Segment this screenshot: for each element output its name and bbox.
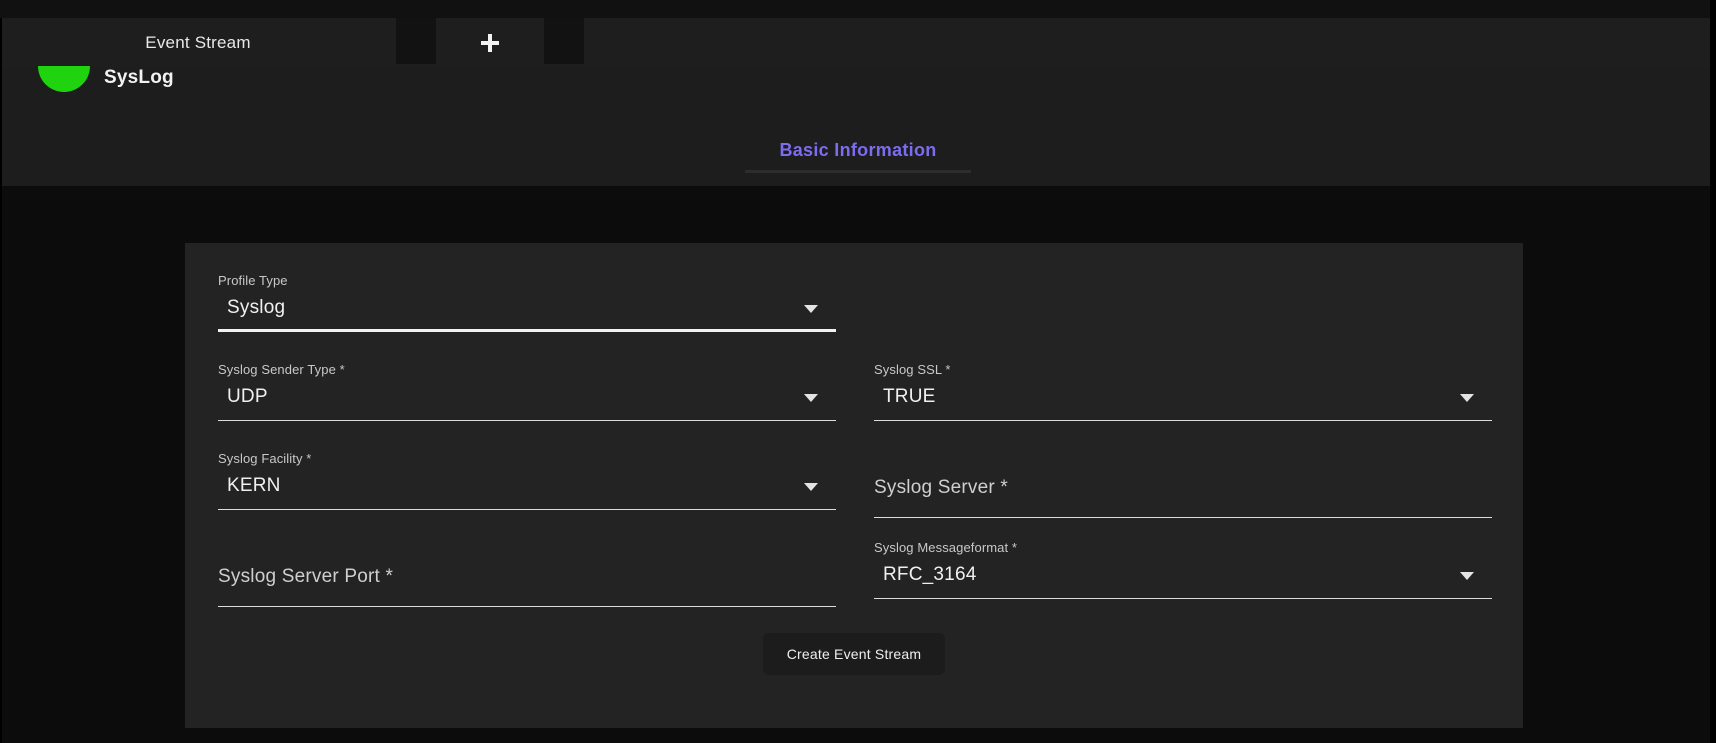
field-syslog-ssl[interactable]: Syslog SSL * TRUE [874,362,1492,443]
field-syslog-facility-label: Syslog Facility * [218,451,312,466]
section-tabs: Basic Information [0,138,1716,173]
form-col-right: Syslog SSL * TRUE [874,362,1492,443]
form-col-left: Syslog Server Port * [218,540,836,621]
field-syslog-ssl-label: Syslog SSL * [874,362,951,377]
field-underline [218,509,836,510]
form-col-right: Syslog Server * [874,451,1492,532]
field-syslog-server-placeholder: Syslog Server * [874,477,1008,498]
field-syslog-sender-type-label: Syslog Sender Type * [218,362,345,377]
field-syslog-server-port[interactable]: Syslog Server Port * [218,540,836,621]
form-row: Syslog Sender Type * UDP Syslog SSL * TR… [218,362,1493,443]
add-tab-button[interactable] [436,18,544,68]
field-syslog-facility[interactable]: Syslog Facility * KERN [218,451,836,532]
field-profile-type-label: Profile Type [218,273,288,288]
app-root: Event Stream SysLog Basic Information Pr… [0,0,1716,743]
field-profile-type-value: Syslog [227,297,286,318]
window-frame-left [0,18,2,743]
chevron-down-icon[interactable] [804,483,818,491]
stream-header: SysLog Basic Information [0,66,1716,186]
form-actions: Create Event Stream [185,633,1523,675]
field-syslog-server[interactable]: Syslog Server * [874,451,1492,532]
chevron-down-icon[interactable] [804,394,818,402]
form-col-left: Syslog Facility * KERN [218,451,836,532]
window-frame-right [1710,0,1716,743]
field-underline [218,329,836,332]
title-bar-strip [0,0,1716,18]
field-syslog-server-port-placeholder: Syslog Server Port * [218,566,394,587]
tab-gap-left [396,18,436,64]
field-profile-type[interactable]: Profile Type Syslog [218,273,836,354]
form-row: Profile Type Syslog [218,273,1493,354]
stream-identity: SysLog [38,66,174,92]
chevron-down-icon[interactable] [1460,572,1474,580]
plus-icon [480,33,500,53]
chevron-down-icon[interactable] [1460,394,1474,402]
form-grid: Profile Type Syslog Syslog Sender Type * [218,273,1493,629]
field-syslog-facility-value: KERN [227,475,281,496]
field-underline [874,598,1492,599]
field-syslog-sender-type-value: UDP [227,386,268,407]
stream-name: SysLog [104,67,174,88]
tab-basic-information[interactable]: Basic Information [745,138,971,173]
form-col-left: Syslog Sender Type * UDP [218,362,836,443]
field-syslog-sender-type[interactable]: Syslog Sender Type * UDP [218,362,836,443]
field-underline [218,420,836,421]
form-row: Syslog Facility * KERN Syslog Server * [218,451,1493,532]
chevron-down-icon[interactable] [804,305,818,313]
tab-event-stream[interactable]: Event Stream [0,18,396,68]
field-syslog-ssl-value: TRUE [883,386,936,407]
form-col-right: Syslog Messageformat * RFC_3164 [874,540,1492,621]
field-underline [874,420,1492,421]
tab-bar: Event Stream [0,18,1716,68]
form-row: Syslog Server Port * Syslog Messageforma… [218,540,1493,621]
tab-event-stream-label: Event Stream [145,33,251,52]
field-underline [874,517,1492,518]
tab-gap-right [544,18,584,64]
field-underline [218,606,836,607]
form-col-left: Profile Type Syslog [218,273,836,354]
field-syslog-messageformat-label: Syslog Messageformat * [874,540,1018,555]
create-event-stream-button[interactable]: Create Event Stream [762,633,946,675]
field-syslog-messageformat-value: RFC_3164 [883,564,977,585]
tab-basic-information-label: Basic Information [779,140,937,160]
page-body: Profile Type Syslog Syslog Sender Type * [0,186,1710,743]
half-circle-status-icon [38,66,90,92]
field-syslog-messageformat[interactable]: Syslog Messageformat * RFC_3164 [874,540,1492,621]
form-card: Profile Type Syslog Syslog Sender Type * [185,243,1523,728]
